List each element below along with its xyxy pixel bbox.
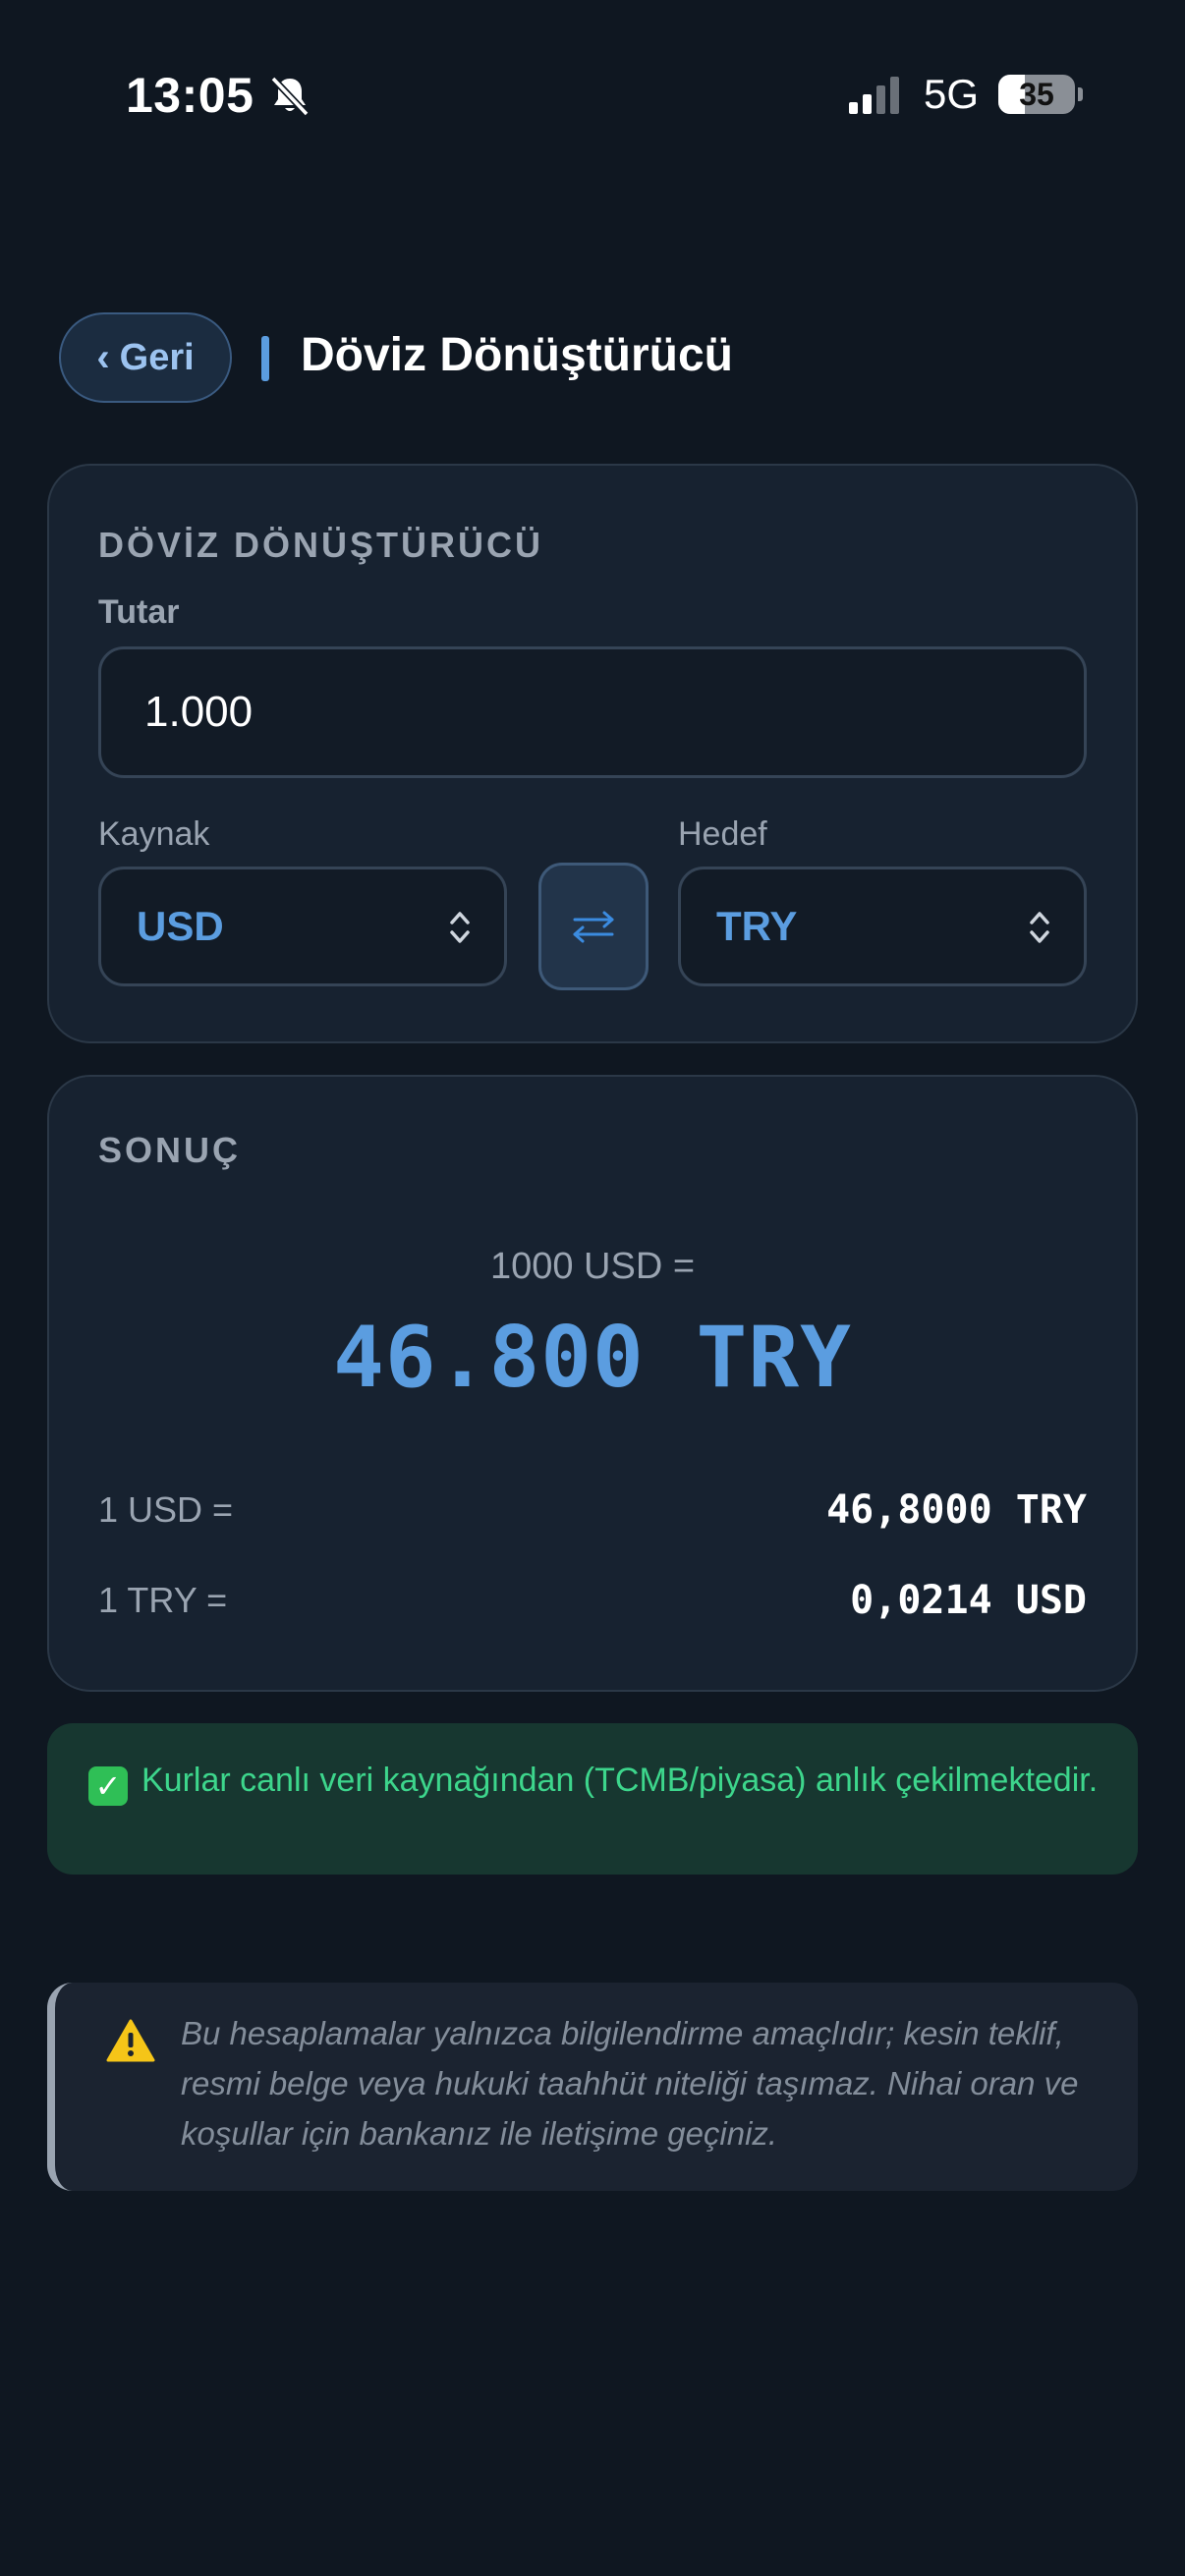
- swap-arrows-icon: [573, 911, 614, 943]
- source-currency-select[interactable]: USD: [98, 867, 507, 986]
- target-currency-select[interactable]: TRY: [678, 867, 1087, 986]
- source-currency-value: USD: [137, 903, 224, 949]
- result-section-title: SONUÇ: [98, 1130, 242, 1170]
- converter-card: DÖVİZ DÖNÜŞTÜRÜCÜ Tutar 1.000 Kaynak Hed…: [47, 464, 1138, 1043]
- warning-icon: [106, 2019, 155, 2062]
- rate-value: 46,8000 TRY: [826, 1487, 1087, 1533]
- converter-section-title: DÖVİZ DÖNÜŞTÜRÜCÜ: [98, 525, 543, 565]
- network-type: 5G: [924, 71, 980, 117]
- amount-input[interactable]: 1.000: [98, 646, 1087, 778]
- chevron-updown-icon: [1030, 912, 1049, 943]
- battery-icon: 35: [998, 75, 1083, 114]
- back-button[interactable]: ‹ Geri: [59, 312, 232, 403]
- result-card: SONUÇ 1000 USD = 46.800 TRY 1 USD = 46,8…: [47, 1075, 1138, 1692]
- page-title: Döviz Dönüştürücü: [301, 329, 733, 381]
- signal-icon: [849, 77, 899, 114]
- amount-label: Tutar: [98, 593, 180, 631]
- back-button-label: Geri: [119, 336, 195, 378]
- swap-currencies-button[interactable]: [538, 863, 649, 990]
- rate-value: 0,0214 USD: [850, 1578, 1087, 1623]
- bell-muted-icon: [270, 76, 310, 117]
- check-icon: ✓: [88, 1766, 128, 1806]
- target-label: Hedef: [678, 815, 767, 853]
- result-value: 46.800 TRY: [333, 1309, 852, 1407]
- rate-label: 1 USD =: [98, 1489, 234, 1530]
- chevron-updown-icon: [450, 912, 470, 943]
- source-label: Kaynak: [98, 815, 210, 853]
- result-equation: 1000 USD =: [489, 1246, 696, 1287]
- disclaimer-text: Bu hesaplamalar yalnızca bilgilendirme a…: [181, 2015, 1079, 2152]
- disclaimer-box: Bu hesaplamalar yalnızca bilgilendirme a…: [47, 1983, 1138, 2191]
- live-rates-banner: ✓ Kurlar canlı veri kaynağından (TCMB/piy…: [47, 1723, 1138, 1875]
- target-currency-value: TRY: [716, 903, 798, 949]
- battery-level: 35: [1019, 77, 1054, 112]
- live-rates-text: Kurlar canlı veri kaynağından (TCMB/piya…: [141, 1762, 1099, 1799]
- rate-label: 1 TRY =: [98, 1580, 228, 1620]
- chevron-left-icon: ‹: [96, 335, 110, 379]
- title-accent-bar: [261, 336, 269, 381]
- status-time: 13:05: [126, 68, 254, 123]
- screen: 13:05 5G 35 ‹ Geri Döviz Dönüştürücü DÖV…: [0, 0, 1185, 2576]
